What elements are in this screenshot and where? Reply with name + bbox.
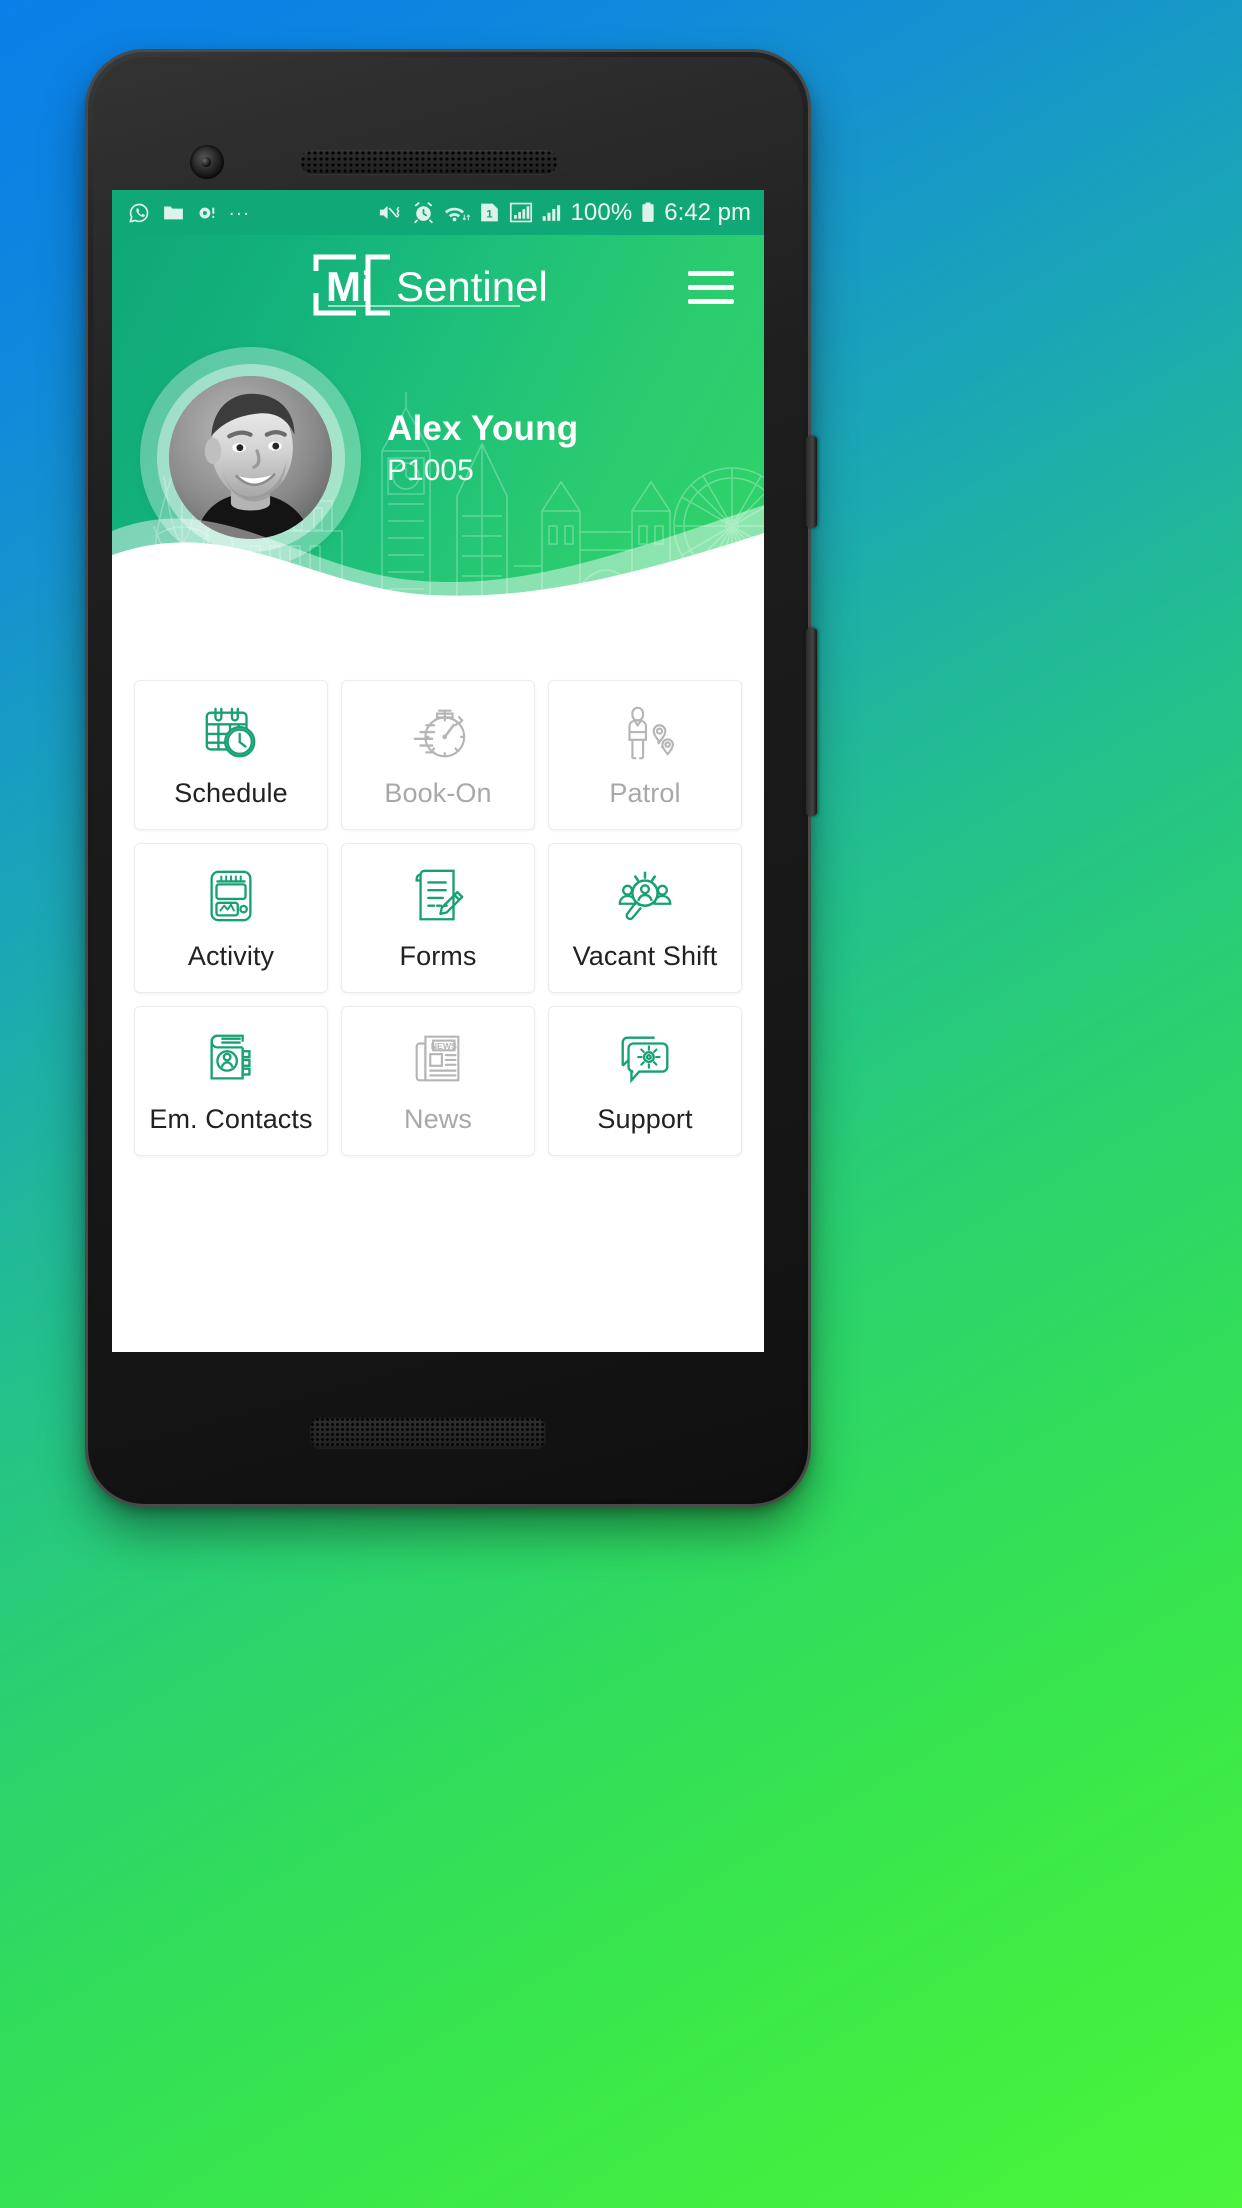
logo-mi-text: Mi — [326, 263, 373, 310]
folder-icon — [164, 206, 183, 220]
hamburger-menu-button[interactable] — [688, 264, 742, 310]
logo-sentinel-text: Sentinel — [396, 263, 548, 310]
calendar-clock-icon — [200, 702, 262, 764]
header-wave-divider — [112, 505, 764, 606]
newspaper-icon: NEWS — [407, 1028, 469, 1090]
status-bar: ... 1 100% 6:42 pm — [112, 190, 764, 235]
status-bar-notifications: ... — [127, 200, 377, 225]
wifi-icon — [445, 207, 471, 222]
contacts-book-icon — [200, 1028, 262, 1090]
app-header: Mi Sentinel Alex Young P1005 — [112, 235, 764, 606]
alarm-icon — [414, 202, 434, 224]
sim-1-icon: 1 — [481, 203, 499, 222]
tile-schedule[interactable]: Schedule — [134, 680, 328, 830]
tile-label: Em. Contacts — [149, 1103, 313, 1134]
misentinel-logo-icon: Mi Sentinel — [313, 254, 548, 316]
feature-grid: Schedule Book-On Patrol Activity Forms V… — [134, 618, 742, 1156]
volume-mute-vibrate-icon — [380, 205, 400, 220]
tile-book-on[interactable]: Book-On — [341, 680, 535, 830]
clock-label: 6:42 pm — [664, 198, 751, 226]
tile-activity[interactable]: Activity — [134, 843, 328, 993]
power-button[interactable] — [806, 436, 817, 528]
status-bar-system: 1 100% 6:42 pm — [377, 199, 751, 227]
tile-label: Forms — [399, 940, 477, 971]
tile-label: Schedule — [174, 777, 288, 808]
tile-patrol[interactable]: Patrol — [548, 680, 742, 830]
app-logo: Mi Sentinel — [112, 251, 764, 319]
front-camera-icon — [190, 145, 224, 179]
camera-icon — [199, 207, 215, 219]
volume-button[interactable] — [806, 628, 817, 816]
tile-em-contacts[interactable]: Em. Contacts — [134, 1006, 328, 1156]
app-top-bar: Mi Sentinel — [112, 235, 764, 339]
hamburger-bar-1 — [688, 270, 734, 276]
hamburger-bar-3 — [688, 298, 734, 304]
whatsapp-icon — [129, 203, 149, 223]
tile-label: Activity — [187, 940, 275, 971]
bottom-speaker-grille — [310, 1417, 546, 1448]
hamburger-bar-2 — [688, 284, 734, 290]
tile-label: Book-On — [384, 777, 492, 808]
main-content: Schedule Book-On Patrol Activity Forms V… — [112, 606, 764, 1156]
signal-bars-2-icon — [543, 205, 561, 221]
chat-gear-icon — [614, 1028, 676, 1090]
battery-icon — [642, 202, 654, 222]
tile-vacant-shift[interactable]: Vacant Shift — [548, 843, 742, 993]
tile-label: Patrol — [609, 777, 681, 808]
tile-news[interactable]: NEWS News — [341, 1006, 535, 1156]
earpiece-speaker — [300, 150, 558, 174]
svg-text:1: 1 — [487, 209, 494, 221]
tile-support[interactable]: Support — [548, 1006, 742, 1156]
notification-overflow-dots: ... — [229, 198, 251, 220]
stopwatch-icon — [407, 702, 469, 764]
signal-bars-icon — [510, 202, 533, 223]
phone-screen: ... 1 100% 6:42 pm Mi Sentinel Alex Youn… — [112, 190, 764, 1352]
tile-label: Vacant Shift — [572, 940, 718, 971]
people-search-icon — [614, 865, 676, 927]
tile-label: Support — [597, 1103, 693, 1134]
document-pencil-icon — [407, 865, 469, 927]
tile-forms[interactable]: Forms — [341, 843, 535, 993]
user-name: Alex Young — [387, 409, 579, 449]
tile-label: News — [404, 1103, 472, 1134]
guard-route-icon — [614, 702, 676, 764]
phone-device: ... 1 100% 6:42 pm Mi Sentinel Alex Youn… — [88, 52, 817, 1504]
activity-monitor-icon — [200, 865, 262, 927]
news-icon-text: NEWS — [431, 1040, 457, 1050]
battery-percent-label: 100% — [570, 198, 633, 226]
